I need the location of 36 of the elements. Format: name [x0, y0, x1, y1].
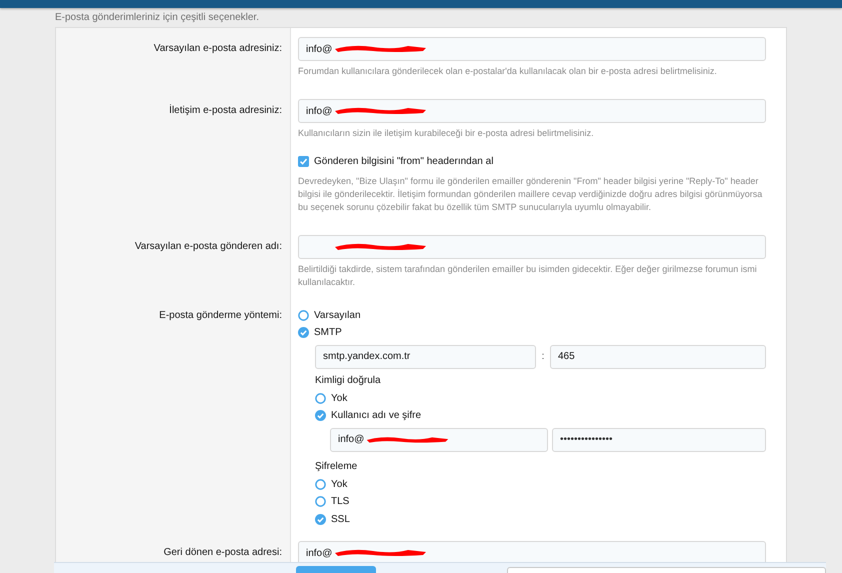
checkbox-checked-icon[interactable] — [298, 156, 309, 168]
text-field[interactable]: info@ — [298, 37, 766, 61]
field-label: Geri dönen e-posta adresi: — [164, 547, 282, 558]
radio-label: SSL — [331, 514, 350, 525]
username-field[interactable]: info@ — [330, 428, 548, 452]
radio-button-icon[interactable] — [298, 310, 309, 321]
text-field[interactable]: info@ — [298, 99, 766, 123]
port-field[interactable]: 465 — [550, 344, 766, 368]
radio-label: Yok — [331, 478, 348, 490]
help-text: Belirtildiği takdirde, sistem tarafından gönderilen emailler bu isimden gidecektir. Eğer değer girilmezse forumun ismi kullanılacaktır. — [298, 262, 758, 288]
radio-label: SMTP — [314, 327, 342, 338]
field-label: Varsayılan e-posta adresiniz: — [154, 43, 282, 54]
separator-text: : — [540, 351, 546, 362]
text-field[interactable] — [298, 234, 766, 258]
radio-label: Varsayılan — [314, 310, 361, 321]
radio-label: Yok — [331, 392, 348, 404]
field-label: E-posta gönderme yöntemi: — [159, 310, 282, 320]
help-text: Forumdan kullanıcılara gönderilecek olan e-postalar'da kullanılacak olan bir e-posta adresi belirtmelisiniz. — [298, 65, 718, 78]
radio-label: TLS — [331, 496, 350, 508]
help-text: Kullanıcıların sizin ile iletişim kurabileceği bir e-posta adresi belirtmelisiniz. — [298, 127, 595, 140]
radio-selected-icon[interactable] — [315, 410, 326, 422]
checkbox-label: Gönderen bilgisini "from" headerından al — [314, 156, 494, 168]
host-field[interactable]: smtp.yandex.com.tr — [315, 344, 536, 368]
radio-label: Kullanıcı adı ve şifre — [331, 410, 422, 422]
field-label: Varsayılan e-posta gönderen adı: — [134, 240, 282, 252]
section-label: Kimligi doğrula — [315, 375, 381, 386]
radio-button-icon[interactable] — [315, 478, 326, 490]
radio-selected-icon[interactable] — [315, 514, 326, 525]
section-label: Şifreleme — [315, 461, 358, 472]
radio-selected-icon[interactable] — [298, 327, 309, 338]
radio-button-icon[interactable] — [315, 496, 326, 508]
field-label: İletişim e-posta adresiniz: — [169, 105, 282, 116]
help-text: Devredeyken, "Bize Ulaşın" formu ile gönderilen emailler gönderenin "From" header bilgisi yerine "Reply-To" header bilgisi ile gönderilecektir. İletişim formundan gönderilen maillere cevap verdiğinizde doğru adres bilgisi görünmüyorsa bu seçenek sorunu çözebilir fakat bu özellik tüm SMTP sunucularıyla uyumlu olmayabilir. — [298, 174, 764, 214]
password-field[interactable]: ••••••••••••••• — [552, 428, 766, 452]
page-description: E-posta gönderimleriniz için çeşitli seçenekler. — [55, 12, 260, 25]
radio-button-icon[interactable] — [315, 392, 326, 404]
